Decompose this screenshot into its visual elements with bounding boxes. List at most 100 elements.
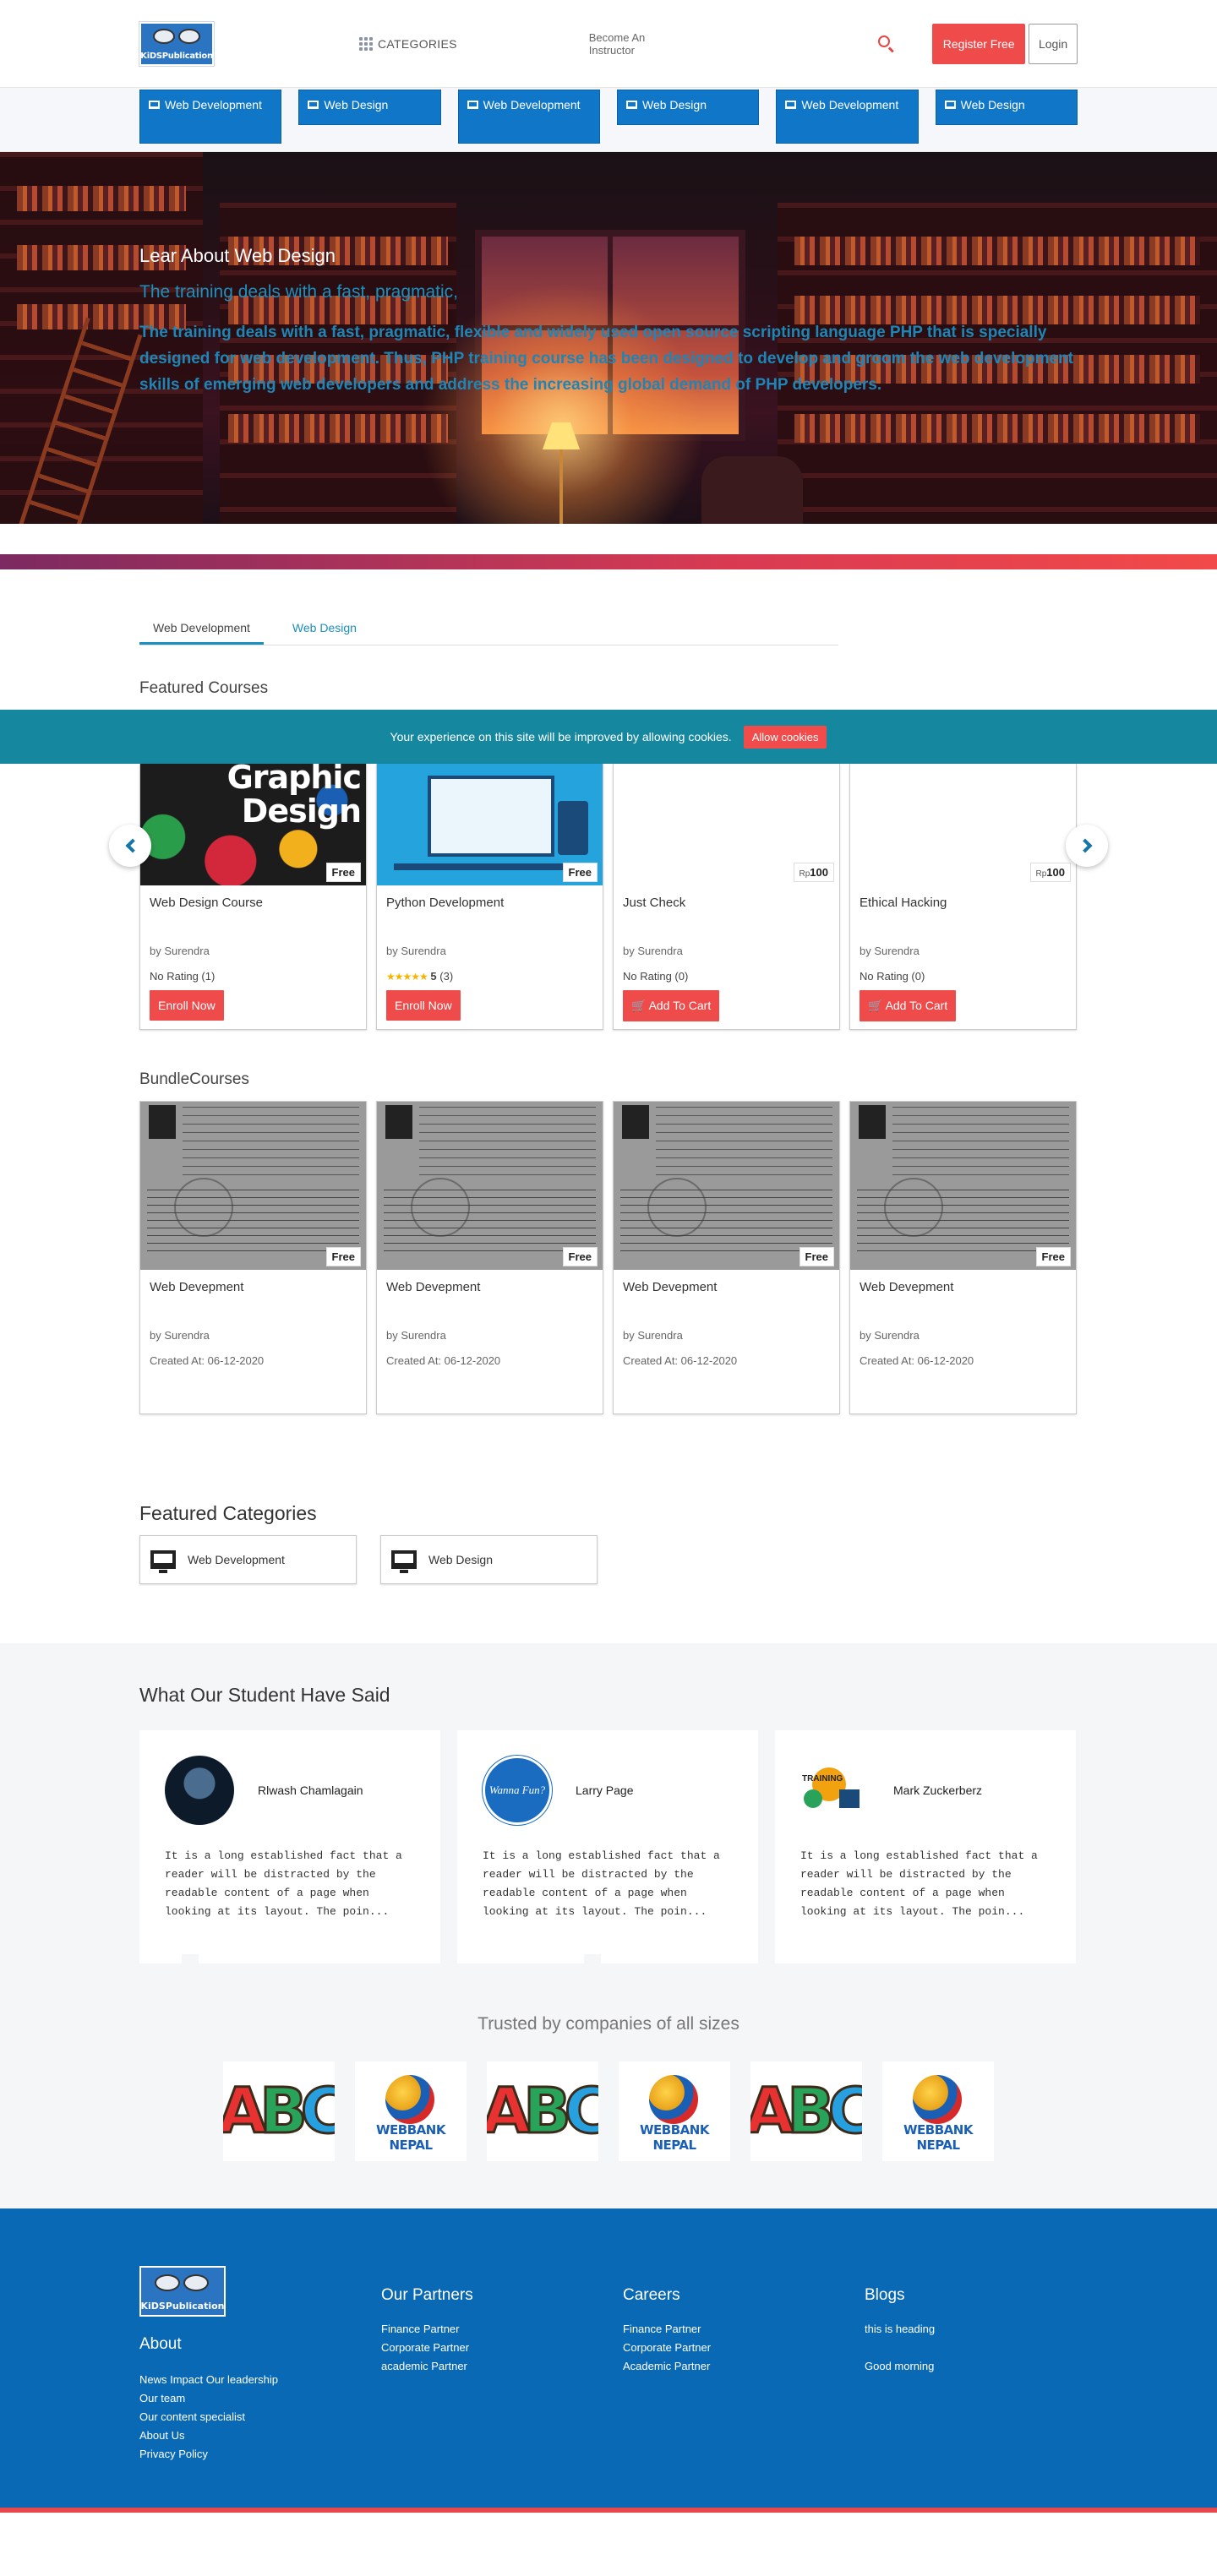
- footer-blogs-title: Blogs: [865, 2286, 905, 2304]
- categories-menu[interactable]: CATEGORIES: [359, 37, 457, 51]
- webbank-logo: WEBBANK NEPAL: [619, 2061, 730, 2161]
- search-icon[interactable]: [876, 34, 895, 54]
- footer-link[interactable]: Our content specialist: [139, 2408, 381, 2426]
- avatar: Wanna Fun?: [483, 1756, 552, 1825]
- course-card[interactable]: Rp100 Ethical Hacking by Surendra No Rat…: [849, 764, 1077, 1030]
- footer-link[interactable]: Privacy Policy: [139, 2445, 381, 2464]
- footer-careers-title: Careers: [623, 2286, 680, 2304]
- bundle-courses-title: BundleCourses: [139, 1070, 249, 1088]
- bundle-thumbnail: Free: [850, 1101, 1076, 1270]
- tab-web-design[interactable]: Web Design: [279, 610, 370, 645]
- bundle-title[interactable]: Web Devepment: [623, 1280, 830, 1294]
- footer-link[interactable]: About Us: [139, 2426, 381, 2445]
- featured-category-item[interactable]: Web Development: [139, 1535, 357, 1584]
- footer-link[interactable]: Our team: [139, 2389, 381, 2408]
- monitor-icon: [149, 101, 160, 109]
- cart-icon: 🛒: [631, 999, 647, 1012]
- student-name: Larry Page: [576, 1784, 634, 1797]
- category-strip: Web Development Web Design Web Developme…: [0, 88, 1217, 152]
- footer-link[interactable]: Good morning: [865, 2357, 1078, 2376]
- enroll-button[interactable]: Enroll Now: [386, 990, 461, 1021]
- footer-link[interactable]: Corporate Partner: [381, 2339, 623, 2357]
- monitor-icon: [467, 101, 478, 109]
- cookie-message: Your experience on this site will be imp…: [390, 730, 732, 743]
- free-badge: Free: [325, 863, 361, 882]
- desktop-icon: [391, 1550, 417, 1573]
- course-card[interactable]: Rp100 Just Check by Surendra No Rating (…: [613, 764, 840, 1030]
- course-thumbnail: Graphic Design Free: [140, 764, 366, 885]
- monitor-icon: [785, 101, 797, 109]
- course-author: by Surendra: [623, 945, 683, 957]
- testimonial-quote: It is a long established fact that a rea…: [165, 1849, 402, 1918]
- categories-label: CATEGORIES: [378, 37, 457, 51]
- bundle-title[interactable]: Web Devepment: [860, 1280, 1067, 1294]
- footer-logo[interactable]: KiDSPublication: [139, 2266, 226, 2317]
- carousel-next-button[interactable]: [1066, 825, 1108, 867]
- carousel-prev-button[interactable]: [109, 825, 151, 867]
- bundle-thumbnail: Free: [614, 1101, 839, 1270]
- enroll-button[interactable]: Enroll Now: [150, 990, 224, 1021]
- footer-link[interactable]: News Impact Our leadership: [139, 2371, 381, 2389]
- student-name: Mark Zuckerberz: [893, 1784, 983, 1797]
- category-chip[interactable]: Web Development: [139, 90, 282, 144]
- footer-link[interactable]: Finance Partner: [381, 2320, 623, 2339]
- bundle-author: by Surendra: [150, 1329, 210, 1342]
- bundle-title[interactable]: Web Devepment: [386, 1280, 593, 1294]
- footer-link[interactable]: this is heading: [865, 2320, 1078, 2339]
- bundle-card[interactable]: Free Web Devepment by Surendra Created A…: [613, 1101, 840, 1414]
- bundle-title[interactable]: Web Devepment: [150, 1280, 357, 1294]
- login-button[interactable]: Login: [1029, 24, 1078, 64]
- course-thumbnail: Rp100: [850, 764, 1076, 885]
- bundle-card[interactable]: Free Web Devepment by Surendra Created A…: [139, 1101, 367, 1414]
- category-chip[interactable]: Web Design: [935, 90, 1078, 125]
- course-thumbnail: Free: [377, 764, 603, 885]
- category-chip[interactable]: Web Development: [457, 90, 600, 144]
- course-title[interactable]: Web Design Course: [150, 896, 357, 910]
- chevron-right-icon: [1078, 838, 1092, 853]
- course-rating: ★★★★★ 5 (3): [386, 970, 454, 983]
- featured-courses-title: Featured Courses: [139, 679, 269, 697]
- testimonial-quote: It is a long established fact that a rea…: [483, 1849, 720, 1918]
- free-badge: Free: [562, 1247, 598, 1266]
- course-thumbnail: Rp100: [614, 764, 839, 885]
- trusted-title: Trusted by companies of all sizes: [478, 2014, 739, 2034]
- featured-courses-carousel: Graphic Design Free Web Design Course by …: [109, 764, 1108, 1030]
- bundle-courses-list: Free Web Devepment by Surendra Created A…: [139, 1101, 1078, 1414]
- course-rating: No Rating (1): [150, 970, 216, 983]
- site-footer: KiDSPublication About News Impact Our le…: [0, 2208, 1217, 2513]
- course-title[interactable]: Ethical Hacking: [860, 896, 1067, 910]
- hero-banner: Lear About Web Design The training deals…: [0, 152, 1217, 524]
- course-card[interactable]: Free Python Development by Surendra ★★★★…: [376, 764, 603, 1030]
- bundle-card[interactable]: Free Web Devepment by Surendra Created A…: [849, 1101, 1077, 1414]
- testimonials-section: What Our Student Have Said Rlwash Chamla…: [0, 1643, 1217, 2208]
- tab-web-development[interactable]: Web Development: [139, 610, 264, 645]
- footer-link[interactable]: Finance Partner: [623, 2320, 865, 2339]
- course-title[interactable]: Just Check: [623, 896, 830, 910]
- add-to-cart-button[interactable]: 🛒 Add To Cart: [860, 990, 957, 1021]
- bundle-card[interactable]: Free Web Devepment by Surendra Created A…: [376, 1101, 603, 1414]
- footer-link[interactable]: Academic Partner: [623, 2357, 865, 2376]
- course-tabs: Web Development Web Design: [139, 610, 838, 645]
- bundle-created-date: Created At: 06-12-2020: [150, 1354, 265, 1367]
- featured-category-item[interactable]: Web Design: [380, 1535, 598, 1584]
- course-author: by Surendra: [150, 945, 210, 957]
- cookie-banner: Your experience on this site will be imp…: [0, 710, 1217, 764]
- footer-link[interactable]: academic Partner: [381, 2357, 623, 2376]
- course-card[interactable]: Graphic Design Free Web Design Course by …: [139, 764, 367, 1030]
- cart-icon: 🛒: [868, 999, 883, 1012]
- footer-about-title: About: [139, 2335, 182, 2353]
- hero-subtitle: The training deals with a fast, pragmati…: [139, 282, 459, 302]
- category-chip[interactable]: Web Development: [776, 90, 919, 144]
- testimonial-card: Rlwash Chamlagain It is a long establish…: [131, 1730, 440, 1964]
- become-instructor-link[interactable]: Become An Instructor: [589, 31, 680, 57]
- course-author: by Surendra: [386, 945, 446, 957]
- allow-cookies-button[interactable]: Allow cookies: [743, 725, 827, 749]
- category-chip[interactable]: Web Design: [616, 90, 760, 125]
- footer-partners-title: Our Partners: [381, 2286, 473, 2304]
- course-title[interactable]: Python Development: [386, 896, 593, 910]
- site-logo[interactable]: KiDSPublication: [139, 22, 214, 66]
- category-chip[interactable]: Web Design: [298, 90, 441, 125]
- footer-link[interactable]: Corporate Partner: [623, 2339, 865, 2357]
- add-to-cart-button[interactable]: 🛒 Add To Cart: [623, 990, 720, 1021]
- register-button[interactable]: Register Free: [932, 24, 1026, 64]
